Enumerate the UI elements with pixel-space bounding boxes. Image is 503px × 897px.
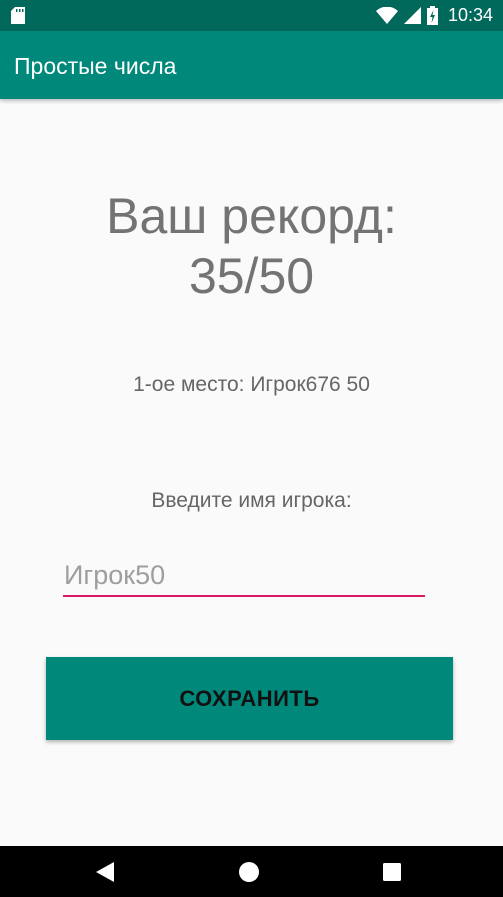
- battery-charging-icon: [426, 6, 438, 25]
- record-label: Ваш рекорд:: [106, 188, 397, 244]
- first-place-text: 1-ое место: Игрок676 50: [133, 373, 370, 396]
- signal-icon: [403, 7, 421, 24]
- sd-card-icon: [11, 7, 25, 29]
- name-prompt: Введите имя игрока:: [151, 489, 352, 512]
- player-name-input[interactable]: [63, 555, 425, 597]
- wifi-icon: [375, 7, 398, 24]
- recents-icon[interactable]: [362, 846, 422, 897]
- navigation-bar: [0, 846, 503, 897]
- back-icon[interactable]: [75, 846, 135, 897]
- save-button[interactable]: СОХРАНИТЬ: [46, 657, 453, 740]
- status-time: 10:34: [447, 5, 493, 25]
- app-title: Простые числа: [14, 53, 177, 79]
- record-score: 35/50: [188, 248, 315, 304]
- record-heading: Ваш рекорд: 35/50: [0, 186, 503, 306]
- status-bar: 10:34: [0, 0, 503, 31]
- home-icon[interactable]: [219, 846, 279, 897]
- app-bar: Простые числа: [0, 31, 503, 99]
